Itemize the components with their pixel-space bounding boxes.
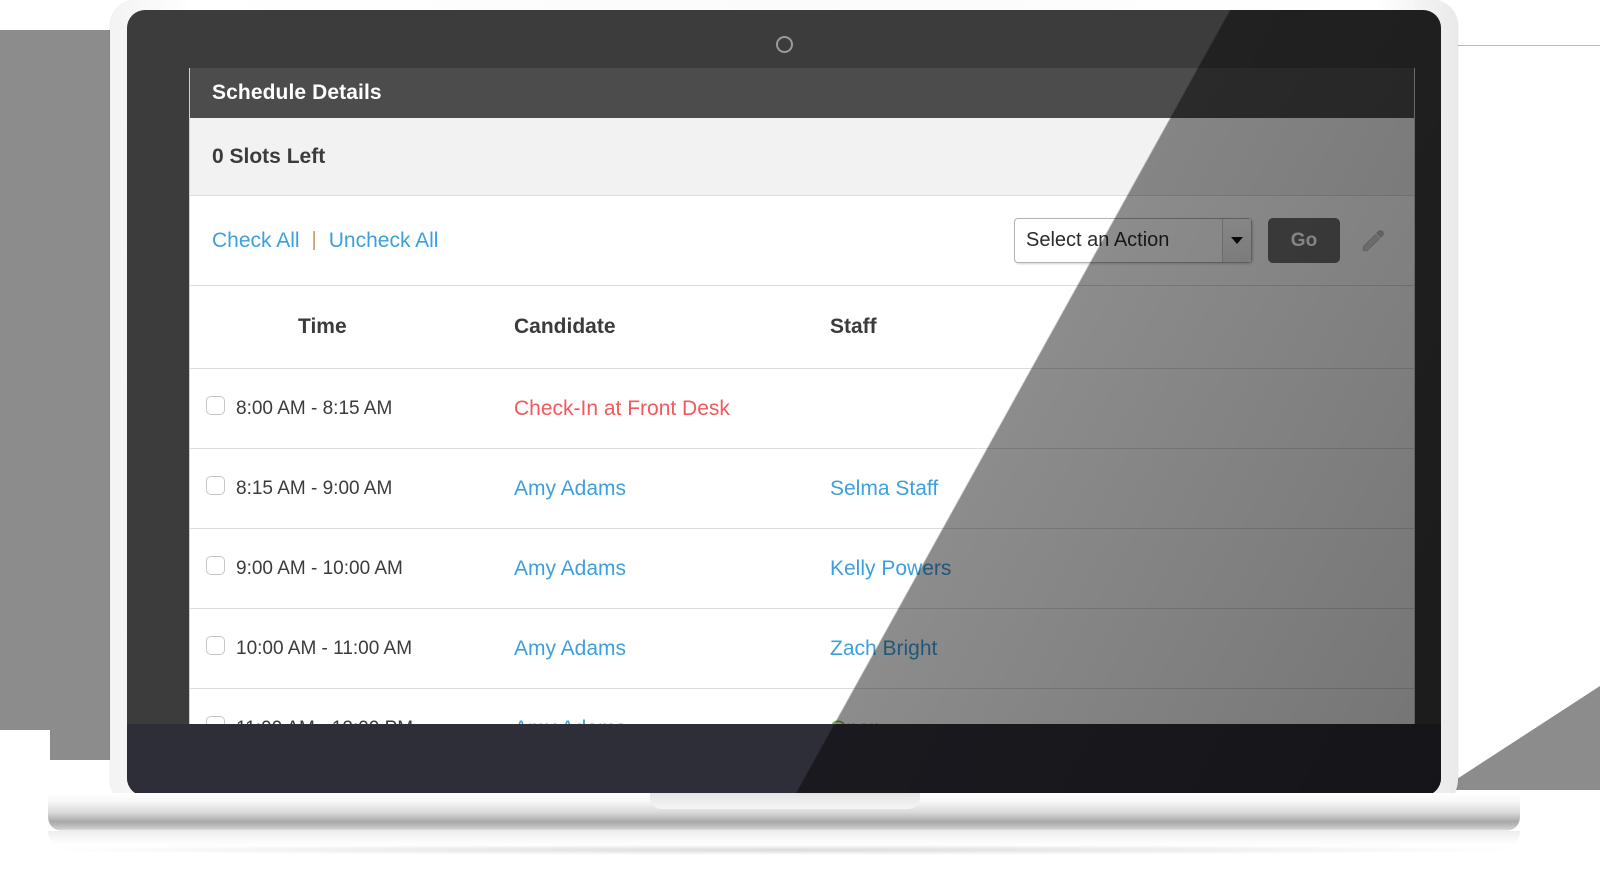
row-select-cell [190, 528, 236, 609]
staff-link[interactable]: Zach Bright [830, 637, 937, 660]
staff-link[interactable]: Selma Staff [830, 477, 938, 500]
camera-icon [776, 36, 793, 53]
uncheck-all-link[interactable]: Uncheck All [329, 229, 439, 253]
column-header-select [190, 286, 236, 369]
schedule-table: Time Candidate Staff 8:00 AM - 8:15 AM Ch… [190, 286, 1414, 749]
row-select-cell [190, 368, 236, 449]
table-row: 9:00 AM - 10:00 AM Amy Adams Kelly Powers [190, 528, 1414, 609]
candidate-label: Check-In at Front Desk [514, 396, 730, 420]
chevron-down-glyph [1231, 237, 1243, 244]
window-titlebar: Schedule Details [190, 68, 1414, 118]
background-right-triangle [1440, 686, 1600, 790]
laptop-base-shadow [48, 845, 1520, 855]
page-title: Schedule Details [212, 81, 382, 104]
cell-time: 8:00 AM - 8:15 AM [236, 368, 504, 449]
action-select[interactable]: Select an Action [1014, 218, 1252, 263]
cell-candidate: Amy Adams [504, 608, 820, 689]
background-left-notch [0, 730, 50, 760]
table-row: 8:15 AM - 9:00 AM Amy Adams Selma Staff [190, 448, 1414, 529]
cell-candidate: Amy Adams [504, 448, 820, 529]
staff-link[interactable]: Kelly Powers [830, 557, 951, 580]
toolbar-separator: | [311, 229, 317, 251]
laptop-screen-bezel: Schedule Details 0 Slots Left Check All … [127, 10, 1441, 796]
application-screen: Schedule Details 0 Slots Left Check All … [189, 68, 1415, 750]
schedule-table-body: 8:00 AM - 8:15 AM Check-In at Front Desk 8… [190, 368, 1414, 749]
table-row: 8:00 AM - 8:15 AM Check-In at Front Desk [190, 368, 1414, 449]
table-row: 10:00 AM - 11:00 AM Amy Adams Zach Bright [190, 608, 1414, 689]
cell-staff: Selma Staff [820, 448, 1414, 529]
row-checkbox[interactable] [206, 476, 225, 495]
candidate-link[interactable]: Amy Adams [514, 477, 626, 500]
background-top-right-rule [1443, 45, 1600, 46]
row-select-cell [190, 608, 236, 689]
row-checkbox[interactable] [206, 396, 225, 415]
chevron-down-icon[interactable] [1222, 219, 1251, 262]
cell-time: 9:00 AM - 10:00 AM [236, 528, 504, 609]
background-left-block [0, 30, 112, 730]
table-action-toolbar: Check All | Uncheck All Select an Action… [190, 196, 1414, 286]
slots-status-bar: 0 Slots Left [190, 118, 1414, 196]
column-header-time: Time [236, 286, 504, 369]
cell-time: 8:15 AM - 9:00 AM [236, 448, 504, 529]
background-left-block-lower [50, 730, 112, 760]
row-checkbox[interactable] [206, 556, 225, 575]
cell-time: 10:00 AM - 11:00 AM [236, 608, 504, 689]
column-header-candidate: Candidate [504, 286, 820, 369]
laptop-base-notch [650, 793, 920, 809]
action-select-value: Select an Action [1026, 229, 1170, 251]
cell-staff [820, 368, 1414, 449]
cell-staff: Kelly Powers [820, 528, 1414, 609]
pencil-icon[interactable] [1358, 226, 1388, 256]
cell-candidate: Amy Adams [504, 528, 820, 609]
row-select-cell [190, 448, 236, 529]
cell-candidate: Check-In at Front Desk [504, 368, 820, 449]
column-header-staff: Staff [820, 286, 1414, 369]
check-all-link[interactable]: Check All [212, 229, 300, 253]
table-header-row: Time Candidate Staff [190, 286, 1414, 369]
go-button[interactable]: Go [1268, 218, 1340, 263]
candidate-link[interactable]: Amy Adams [514, 637, 626, 660]
cell-staff: Zach Bright [820, 608, 1414, 689]
laptop-mockup: Schedule Details 0 Slots Left Check All … [48, 0, 1520, 855]
row-checkbox[interactable] [206, 636, 225, 655]
bezel-bottom-chin [127, 724, 1441, 796]
slots-left-status: 0 Slots Left [212, 144, 326, 168]
candidate-link[interactable]: Amy Adams [514, 557, 626, 580]
